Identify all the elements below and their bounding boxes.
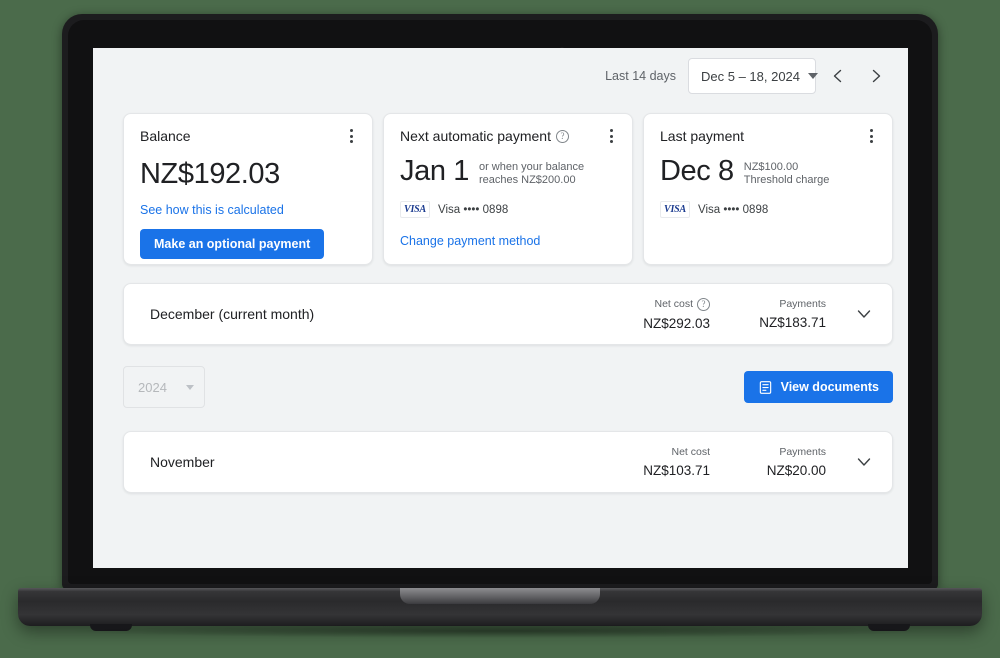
- kebab-dot: [609, 129, 613, 132]
- payments-label: Payments: [779, 298, 826, 310]
- help-circle-icon[interactable]: ?: [697, 297, 710, 311]
- kebab-dot: [349, 134, 353, 138]
- screen-viewport: Last 14 days Dec 5 – 18, 2024 Balance NZ…: [93, 48, 908, 568]
- chevron-down-icon: [857, 458, 871, 466]
- last-payment-date: Dec 8: [660, 155, 734, 187]
- next-payment-note-line1: or when your balance: [478, 161, 585, 173]
- net-cost-label-wrap: Net cost: [624, 446, 710, 458]
- more-vert-icon[interactable]: [862, 127, 880, 145]
- help-circle-icon[interactable]: ?: [555, 129, 569, 143]
- payments-metric: Payments NZ$183.71: [740, 298, 826, 330]
- next-payment-card-text: Visa •••• 0898: [438, 203, 509, 216]
- kebab-dot: [609, 134, 613, 138]
- caret-down-icon: [186, 384, 194, 390]
- visa-logo-icon: VISA: [660, 201, 690, 218]
- more-vert-icon[interactable]: [342, 127, 360, 145]
- view-documents-label: View documents: [780, 380, 879, 394]
- month-name: November: [150, 454, 215, 470]
- kebab-dot: [869, 140, 873, 143]
- date-range-toolbar: Last 14 days Dec 5 – 18, 2024: [605, 58, 892, 94]
- net-cost-label: Net cost: [671, 446, 710, 458]
- net-cost-metric: Net cost ? NZ$292.03: [624, 297, 710, 331]
- date-range-select[interactable]: Dec 5 – 18, 2024: [688, 58, 819, 94]
- kebab-dot: [349, 129, 353, 132]
- net-cost-metric: Net cost NZ$103.71: [624, 446, 710, 478]
- next-automatic-payment-card: Next automatic payment ? Jan 1 or when y…: [383, 113, 633, 265]
- prev-period-button[interactable]: [822, 60, 854, 92]
- chevron-right-icon: [872, 69, 881, 83]
- next-payment-amount-row: Jan 1 or when your balance reaches NZ$20…: [400, 156, 616, 187]
- more-vert-icon[interactable]: [602, 127, 620, 145]
- summary-cards: Balance NZ$192.03 See how this is calcul…: [123, 113, 893, 265]
- last-payment-note: NZ$100.00 Threshold charge: [744, 156, 830, 187]
- laptop-base-notch: [400, 588, 600, 604]
- kebab-dot: [609, 140, 613, 143]
- month-row[interactable]: December (current month) Net cost ? NZ$2…: [123, 283, 893, 345]
- payments-value: NZ$20.00: [766, 463, 826, 478]
- next-payment-title-text: Next automatic payment: [400, 128, 551, 144]
- balance-card: Balance NZ$192.03 See how this is calcul…: [123, 113, 373, 265]
- next-payment-note-line2: reaches NZ$200.00: [478, 174, 576, 186]
- document-icon: [759, 380, 771, 394]
- year-select[interactable]: 2024: [123, 366, 205, 408]
- see-how-calculated-link[interactable]: See how this is calculated: [140, 203, 284, 217]
- net-cost-label-wrap: Net cost ?: [624, 297, 710, 311]
- last-payment-amount-row: Dec 8 NZ$100.00 Threshold charge: [660, 156, 876, 187]
- month-name: December (current month): [150, 306, 315, 322]
- laptop-mockup: Last 14 days Dec 5 – 18, 2024 Balance NZ…: [0, 0, 1000, 658]
- change-payment-method-link[interactable]: Change payment method: [400, 234, 540, 248]
- balance-card-title: Balance: [140, 128, 191, 144]
- billing-page: Last 14 days Dec 5 – 18, 2024 Balance NZ…: [93, 48, 908, 568]
- range-label: Last 14 days: [605, 69, 676, 83]
- year-value: 2024: [138, 379, 167, 395]
- next-period-button[interactable]: [860, 60, 892, 92]
- chevron-down-icon: [857, 310, 871, 318]
- last-payment-card-text: Visa •••• 0898: [698, 203, 769, 216]
- net-cost-label: Net cost: [654, 298, 693, 310]
- last-payment-method: VISA Visa •••• 0898: [660, 201, 876, 218]
- last-payment-card: Last payment Dec 8 NZ$100.00 Threshold c…: [643, 113, 893, 265]
- caret-down-icon: [808, 73, 819, 79]
- kebab-dot: [349, 140, 353, 143]
- last-payment-note-line2: Threshold charge: [743, 174, 830, 186]
- kebab-dot: [869, 129, 873, 132]
- chevron-left-icon: [833, 69, 842, 83]
- last-payment-card-title: Last payment: [660, 128, 745, 144]
- net-cost-value: NZ$292.03: [643, 315, 710, 331]
- next-payment-method: VISA Visa •••• 0898: [400, 201, 616, 218]
- expand-month-button[interactable]: [852, 450, 876, 474]
- next-payment-card-title: Next automatic payment ?: [400, 128, 616, 144]
- payments-label-wrap: Payments: [740, 298, 826, 310]
- payments-metric: Payments NZ$20.00: [740, 446, 826, 478]
- net-cost-value: NZ$103.71: [643, 463, 710, 478]
- payments-label-wrap: Payments: [740, 446, 826, 458]
- next-payment-note: or when your balance reaches NZ$200.00: [479, 156, 584, 187]
- last-payment-note-line1: NZ$100.00: [743, 161, 799, 173]
- documents-toolbar: 2024 View documents: [123, 366, 893, 408]
- payments-value: NZ$183.71: [759, 315, 826, 330]
- date-range-value: Dec 5 – 18, 2024: [701, 68, 801, 84]
- balance-amount: NZ$192.03: [140, 158, 280, 190]
- expand-month-button[interactable]: [852, 302, 876, 326]
- make-optional-payment-button[interactable]: Make an optional payment: [140, 229, 325, 259]
- next-payment-date: Jan 1: [400, 155, 469, 187]
- laptop-shadow: [60, 624, 940, 638]
- kebab-dot: [869, 134, 873, 138]
- month-row[interactable]: November Net cost NZ$103.71 Payments NZ$…: [123, 431, 893, 493]
- view-documents-button[interactable]: View documents: [743, 371, 893, 403]
- visa-logo-icon: VISA: [400, 201, 430, 218]
- payments-label: Payments: [779, 446, 826, 458]
- laptop-base: [18, 588, 982, 631]
